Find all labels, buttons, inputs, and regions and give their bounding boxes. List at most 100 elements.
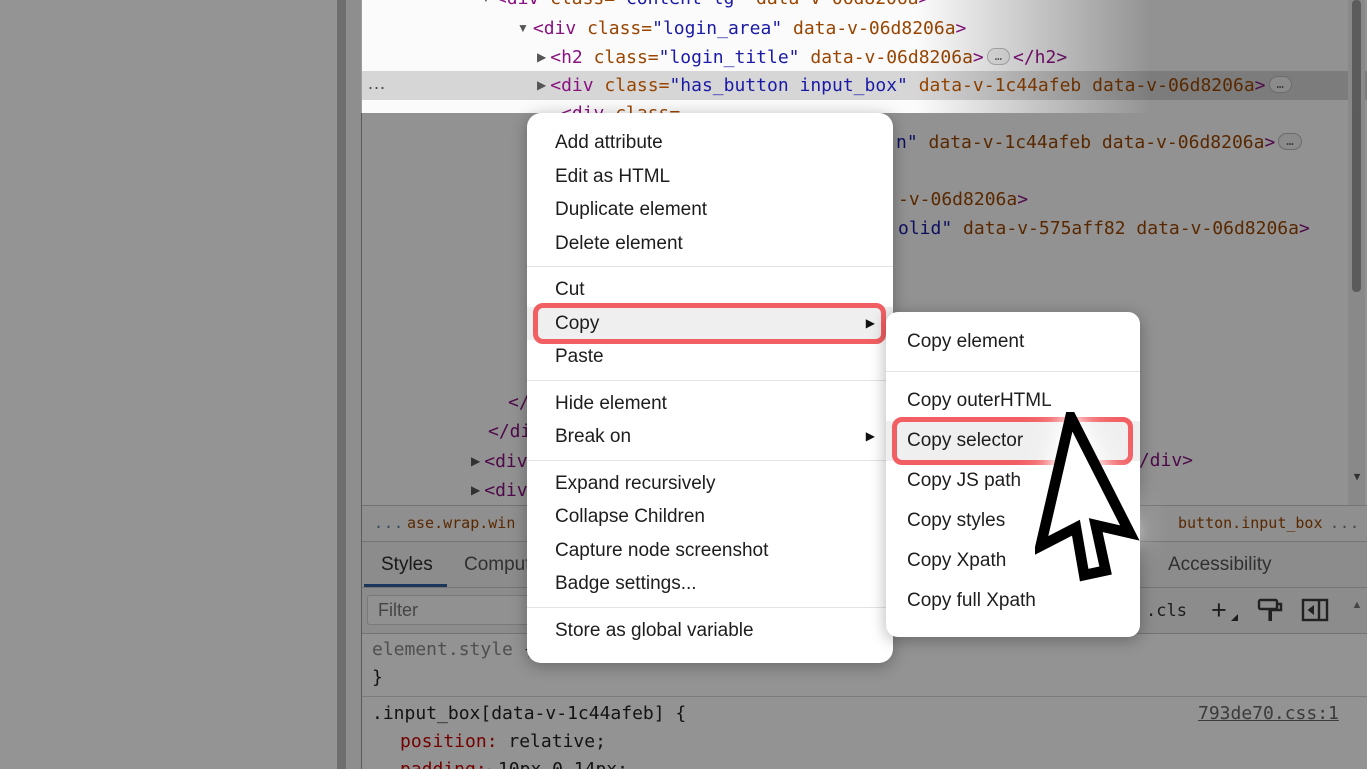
sidebar-toggle-icon[interactable]	[1301, 598, 1329, 627]
menu-item-delete-element[interactable]: Delete element	[527, 227, 893, 261]
styles-scroll-up-icon[interactable]: ▲	[1350, 598, 1364, 612]
devtools-screenshot: ▼<div class="content lg" data-v-06d8206a…	[0, 0, 1367, 769]
menu-separator	[527, 607, 893, 608]
submenu-arrow-icon: ▶	[866, 420, 875, 454]
code-tag: </h2>	[1013, 47, 1067, 68]
code-tag: >	[956, 18, 967, 39]
element-style-close-brace: }	[372, 664, 383, 692]
menu-item-label: Edit as HTML	[555, 166, 670, 187]
menu-item-copy[interactable]: Copy▶	[527, 307, 893, 341]
code-value: n"	[896, 132, 929, 153]
menu-item-expand-recursively[interactable]: Expand recursively	[527, 467, 893, 501]
tree-scrollbar-thumb[interactable]	[1352, 0, 1361, 292]
menu-item-label: Break on	[555, 426, 631, 447]
tree-row[interactable]: ▼<div class="login_area" data-v-06d8206a…	[362, 14, 1367, 43]
code-attr: data-v-06d8206a	[782, 18, 955, 39]
inline-content-ellipsis-badge[interactable]: …	[987, 48, 1010, 65]
menu-item-cut[interactable]: Cut	[527, 273, 893, 307]
code-tag: <div	[496, 0, 550, 9]
rule-separator	[362, 696, 1367, 697]
menu-item-hide-element[interactable]: Hide element	[527, 387, 893, 421]
tab-styles[interactable]: Styles	[381, 542, 433, 587]
new-style-rule-button[interactable]: +	[1211, 590, 1227, 630]
menu-item-label: Cut	[555, 279, 585, 300]
menu-item-label: Expand recursively	[555, 473, 716, 494]
element-style-rule[interactable]: element.style {	[372, 636, 535, 664]
css-source-link[interactable]: 793de70.css:1	[1198, 700, 1339, 728]
menu-item-label: Copy styles	[907, 510, 1005, 531]
code-tag: >	[1264, 132, 1275, 153]
tree-row[interactable]: ▼<div class="content lg" data-v-06d8206a…	[362, 0, 1367, 13]
menu-item-break-on[interactable]: Break on ▶	[527, 420, 893, 454]
code-attr: -v-06d8206a	[898, 189, 1017, 210]
element-classes-button[interactable]: .cls	[1146, 596, 1187, 626]
code-tag: >	[1255, 75, 1266, 96]
css-property-position[interactable]: position: relative;	[400, 728, 606, 756]
tree-scroll-down-icon[interactable]: ▼	[1350, 470, 1364, 484]
menu-item-duplicate-element[interactable]: Duplicate element	[527, 193, 893, 227]
menu-item-label: Collapse Children	[555, 506, 705, 527]
code-attr: data-v-06d8206a	[745, 0, 918, 9]
menu-separator	[527, 460, 893, 461]
page-scrollbar[interactable]	[346, 0, 361, 769]
code-value: "login_title"	[659, 47, 800, 68]
menu-item-badge-settings[interactable]: Badge settings...	[527, 567, 893, 601]
code-attr: data-v-06d8206a	[800, 47, 973, 68]
tab-accessibility[interactable]: Accessibility	[1168, 542, 1271, 587]
css-rule-selector[interactable]: .input_box[data-v-1c44afeb] {	[372, 700, 686, 728]
menu-item-label: Copy Xpath	[907, 550, 1006, 571]
menu-item-collapse-children[interactable]: Collapse Children	[527, 500, 893, 534]
collapse-arrow-icon[interactable]: ▶	[471, 483, 480, 497]
menu-separator	[527, 380, 893, 381]
code-tag: >	[1299, 218, 1310, 239]
expand-arrow-icon[interactable]: ▼	[480, 0, 492, 5]
breadcrumb-item-wrap[interactable]: ase.wrap.win	[407, 506, 515, 541]
expand-shorthand-icon[interactable]: ▶	[489, 764, 496, 769]
code-tag: <h2	[550, 47, 593, 68]
cursor-pointer-icon	[1035, 412, 1160, 587]
code-value: olid"	[898, 218, 963, 239]
menu-item-add-attribute[interactable]: Add attribute	[527, 126, 893, 160]
menu-item-store-as-global-variable[interactable]: Store as global variable	[527, 614, 893, 648]
code-tag: >	[1017, 189, 1028, 210]
menu-item-label: Copy element	[907, 331, 1024, 352]
context-menu: Add attribute Edit as HTML Duplicate eleme…	[527, 113, 893, 663]
menu-separator	[886, 371, 1140, 372]
tree-row[interactable]: ▶ <h2 class="login_title" data-v-06d8206a…	[362, 43, 1367, 72]
code-attr: data-v-1c44afeb data-v-06d8206a	[929, 132, 1265, 153]
inline-content-ellipsis-badge[interactable]: …	[1278, 133, 1301, 150]
inline-content-ellipsis-badge[interactable]: …	[1269, 76, 1292, 93]
code-tag: <div	[484, 480, 527, 501]
menu-item-label: Hide element	[555, 393, 667, 414]
menu-item-label: Copy outerHTML	[907, 390, 1052, 411]
collapse-arrow-icon[interactable]: ▶	[537, 78, 546, 92]
menu-item-label: Delete element	[555, 233, 683, 254]
node-more-actions-icon[interactable]: ...	[368, 71, 386, 100]
tree-row-selected[interactable]: ▶<div class="has_button input_box" data-…	[362, 71, 1367, 100]
menu-item-capture-node-screenshot[interactable]: Capture node screenshot	[527, 534, 893, 568]
menu-separator	[527, 266, 893, 267]
inspected-page-background	[0, 0, 337, 769]
menu-item-label: Duplicate element	[555, 199, 707, 220]
paint-roller-icon[interactable]	[1256, 598, 1284, 629]
menu-item-paste[interactable]: Paste	[527, 340, 893, 374]
code-tag: <div	[550, 75, 604, 96]
window-divider	[337, 0, 346, 769]
menu-item-label: Add attribute	[555, 132, 663, 153]
code-tag: >	[973, 47, 984, 68]
breadcrumb-item-input-box[interactable]: button.input_box	[1178, 506, 1323, 541]
breadcrumb-trailing-icon[interactable]: ...	[1330, 506, 1360, 541]
expand-arrow-icon[interactable]: ▼	[517, 21, 529, 35]
code-attr: class=	[594, 47, 659, 68]
menu-item-copy-element[interactable]: Copy element	[886, 322, 1140, 362]
breadcrumb-overflow-icon[interactable]: ...	[374, 506, 404, 541]
code-attr: class=	[550, 0, 615, 9]
menu-item-copy-full-xpath[interactable]: Copy full Xpath	[886, 581, 1140, 621]
collapse-arrow-icon[interactable]: ▶	[537, 50, 546, 64]
code-attr: data-v-575aff82 data-v-06d8206a	[963, 218, 1299, 239]
menu-item-label: Copy JS path	[907, 470, 1021, 491]
css-property-padding[interactable]: padding:▶10px 0 14px;	[400, 756, 628, 769]
menu-item-label: Capture node screenshot	[555, 540, 768, 561]
menu-item-label: Copy	[555, 313, 599, 334]
menu-item-edit-as-html[interactable]: Edit as HTML	[527, 160, 893, 194]
